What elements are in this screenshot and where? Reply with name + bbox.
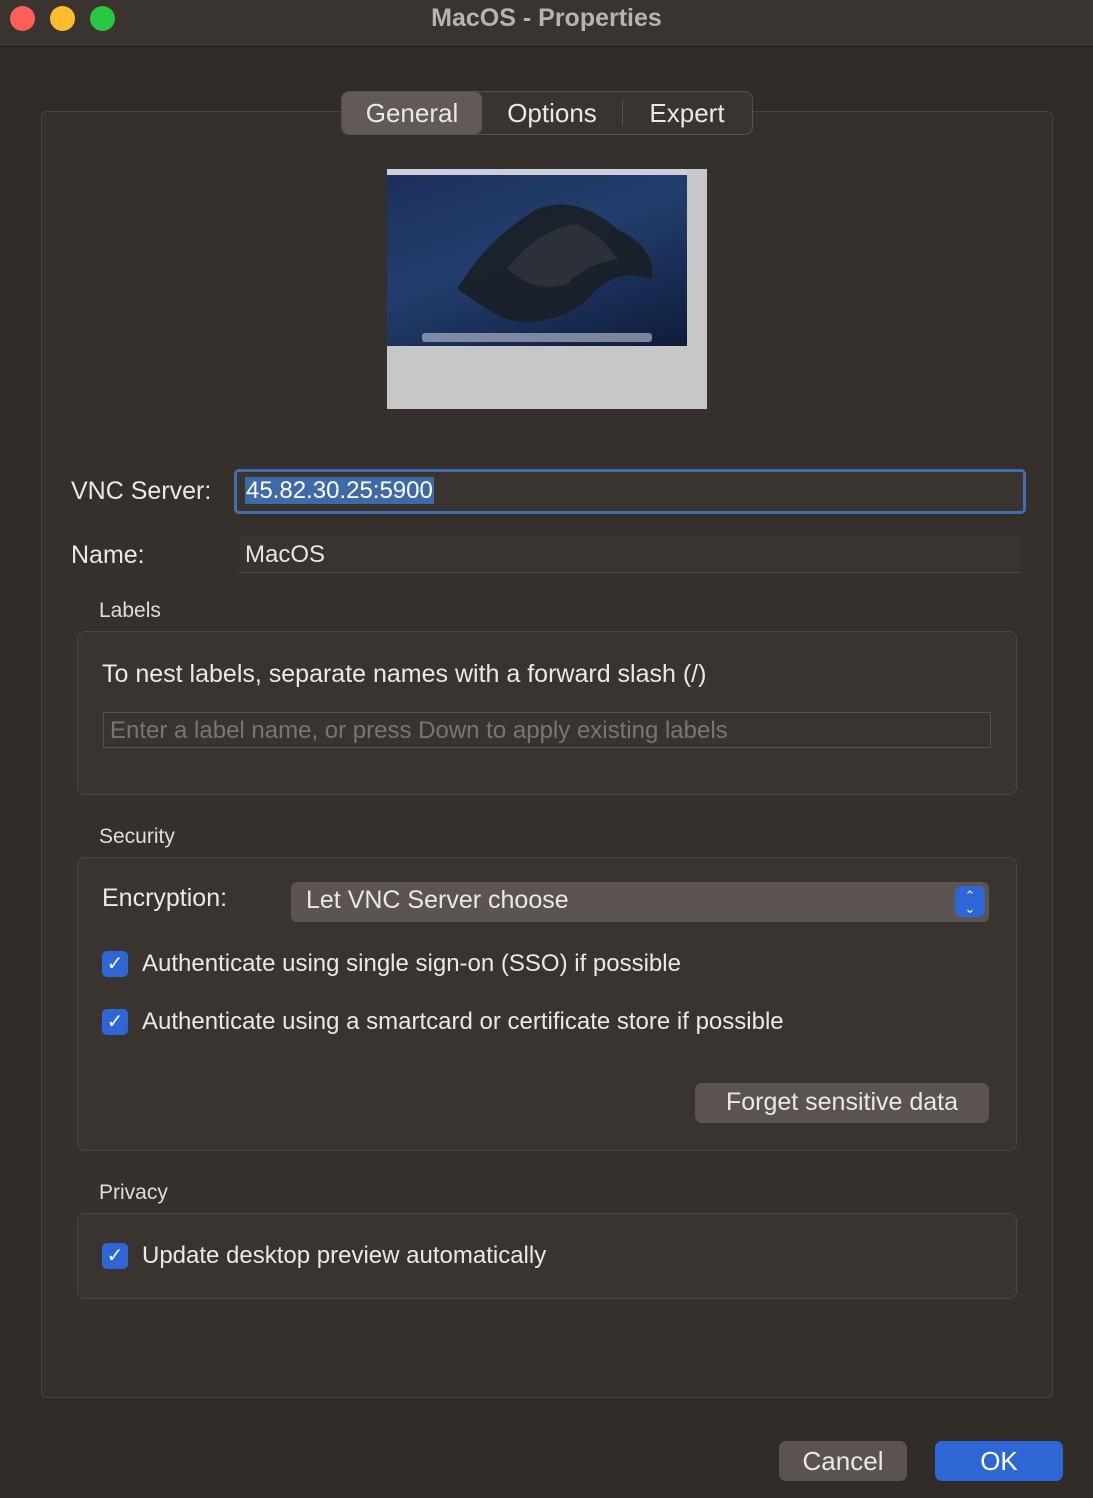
tab-expert[interactable]: Expert	[622, 98, 751, 128]
forget-sensitive-data-button[interactable]: Forget sensitive data	[695, 1083, 989, 1123]
desktop-preview-thumbnail	[387, 169, 707, 409]
title-bar: MacOS - Properties	[0, 0, 1093, 47]
privacy-box: ✓ Update desktop preview automatically	[77, 1213, 1017, 1299]
tab-bar: General Options Expert	[341, 91, 753, 135]
labels-section-title: Labels	[99, 599, 161, 622]
vnc-server-input[interactable]: 45.82.30.25:5900	[234, 469, 1026, 514]
sso-checkbox[interactable]: ✓	[102, 951, 128, 977]
security-section-title: Security	[99, 825, 175, 848]
encryption-label: Encryption:	[102, 884, 228, 912]
ok-button[interactable]: OK	[935, 1441, 1063, 1481]
privacy-section-title: Privacy	[99, 1181, 168, 1204]
name-input[interactable]: MacOS	[239, 537, 1021, 573]
smartcard-label: Authenticate using a smartcard or certif…	[142, 1008, 784, 1035]
name-label: Name:	[71, 541, 145, 569]
vnc-server-value: 45.82.30.25:5900	[245, 477, 434, 504]
preview-dock	[422, 333, 652, 342]
island-image	[457, 204, 653, 323]
cancel-button[interactable]: Cancel	[779, 1441, 907, 1481]
update-preview-label: Update desktop preview automatically	[142, 1242, 547, 1269]
sso-checkbox-row[interactable]: ✓ Authenticate using single sign-on (SSO…	[102, 950, 681, 978]
chevron-up-down-icon: ⌃ ⌄	[955, 886, 985, 917]
tab-options[interactable]: Options	[482, 92, 622, 134]
smartcard-checkbox[interactable]: ✓	[102, 1009, 128, 1035]
tab-general[interactable]: General	[342, 92, 482, 134]
vnc-server-label: VNC Server:	[71, 477, 212, 505]
smartcard-checkbox-row[interactable]: ✓ Authenticate using a smartcard or cert…	[102, 1008, 784, 1036]
desktop-preview-image	[387, 169, 687, 346]
labels-hint: To nest labels, separate names with a fo…	[102, 660, 707, 688]
update-preview-checkbox[interactable]: ✓	[102, 1243, 128, 1269]
sso-label: Authenticate using single sign-on (SSO) …	[142, 950, 681, 977]
encryption-value: Let VNC Server choose	[306, 886, 569, 914]
update-preview-checkbox-row[interactable]: ✓ Update desktop preview automatically	[102, 1242, 546, 1270]
window-title: MacOS - Properties	[431, 4, 662, 32]
label-input[interactable]: Enter a label name, or press Down to app…	[103, 712, 991, 748]
labels-box: To nest labels, separate names with a fo…	[77, 631, 1017, 795]
encryption-select[interactable]: Let VNC Server choose ⌃ ⌄	[291, 882, 989, 922]
security-box: Encryption: Let VNC Server choose ⌃ ⌄ ✓ A…	[77, 857, 1017, 1151]
